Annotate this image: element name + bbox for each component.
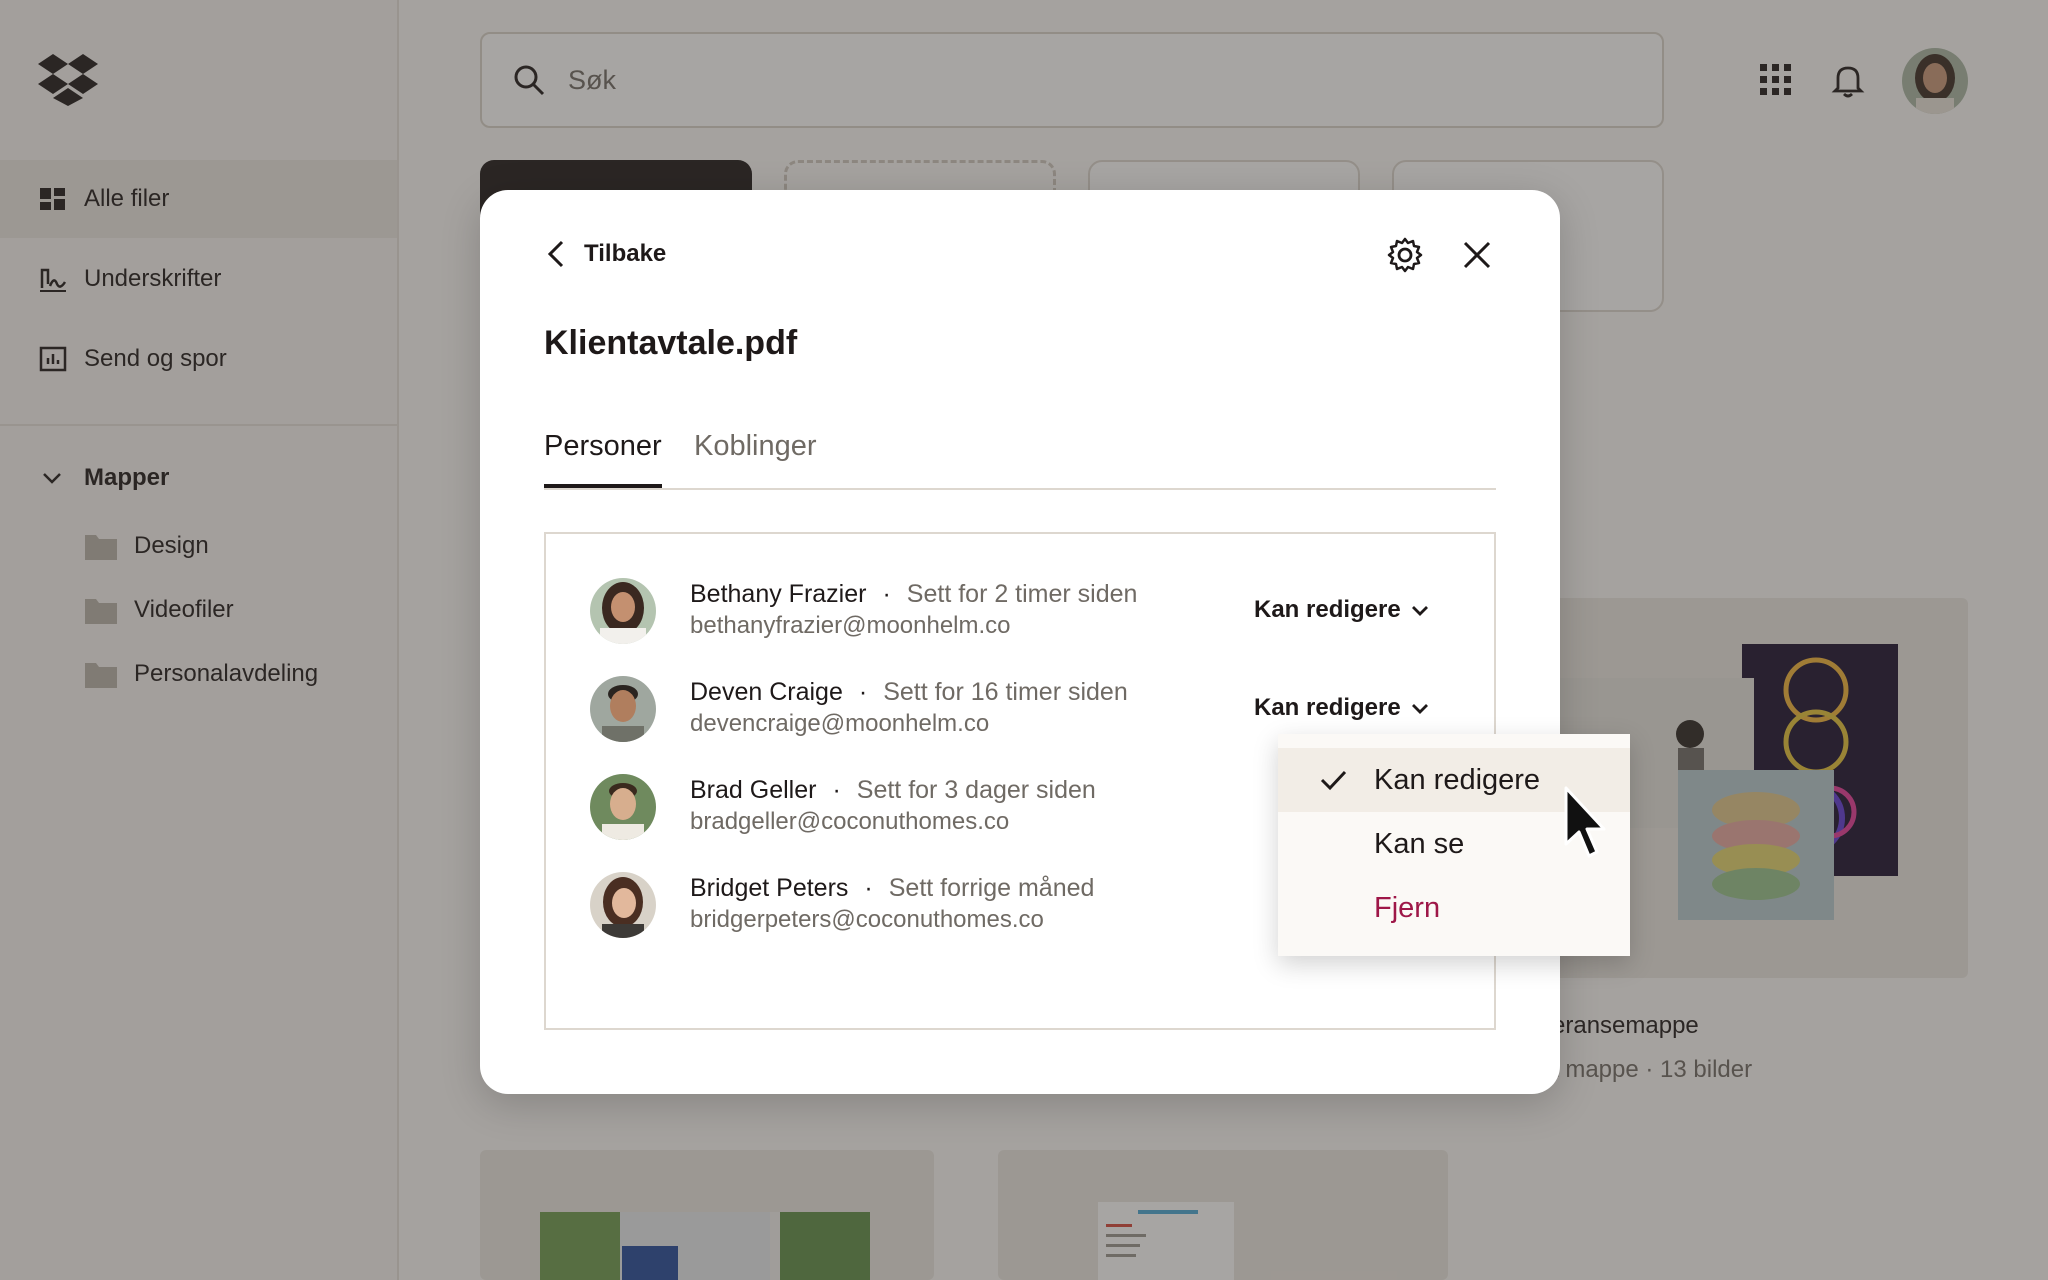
mouse-cursor-icon [1564,786,1606,858]
tab-bar: Personer Koblinger [544,430,1496,490]
share-modal: Tilbake Klientavtale.pdf Personer Koblin… [480,190,1560,1094]
checkmark-icon [1320,770,1347,791]
avatar [590,676,656,742]
chevron-down-icon [1411,606,1428,616]
separator-dot: · [864,874,873,902]
chevron-down-icon [1411,704,1428,714]
chevron-left-icon [547,240,564,268]
permission-label: Kan redigere [1254,694,1401,721]
person-name-line: Bethany Frazier · Sett for 2 timer siden [690,580,1137,609]
person-email: bethanyfrazier@moonhelm.co [690,612,1011,639]
avatar-image [590,578,656,644]
menu-item-label: Fjern [1374,891,1441,924]
modal-title: Klientavtale.pdf [544,324,798,362]
person-name-line: Bridget Peters · Sett forrige måned [690,874,1094,903]
gear-icon[interactable] [1386,236,1424,274]
permission-label: Kan redigere [1254,596,1401,623]
person-email: devencraige@moonhelm.co [690,710,990,737]
avatar-image [590,774,656,840]
separator-dot: · [882,580,891,608]
last-seen: Sett for 3 dager siden [856,776,1096,804]
permission-dropdown[interactable]: Kan redigere [1254,596,1431,624]
separator-dot: · [858,678,868,706]
tab-personer[interactable]: Personer [544,430,662,488]
close-icon[interactable] [1460,238,1494,272]
menu-item-remove[interactable]: Fjern [1278,876,1630,940]
person-name: Deven Craige [690,678,843,706]
tab-koblinger[interactable]: Koblinger [694,430,817,488]
avatar [590,578,656,644]
back-label: Tilbake [584,240,667,267]
avatar-image [590,872,656,938]
permission-dropdown[interactable]: Kan redigere [1254,694,1431,722]
separator-dot: · [832,776,841,804]
avatar [590,872,656,938]
person-name: Bethany Frazier [690,580,867,608]
last-seen: Sett for 2 timer siden [906,580,1138,608]
person-email: bridgerpeters@coconuthomes.co [690,906,1044,933]
last-seen: Sett for 16 timer siden [883,678,1128,706]
person-name-line: Brad Geller · Sett for 3 dager siden [690,776,1096,805]
person-name-line: Deven Craige · Sett for 16 timer siden [690,678,1128,707]
person-name: Brad Geller [690,776,817,804]
list-item: Bethany Frazier · Sett for 2 timer siden b… [590,578,1450,646]
person-email: bradgeller@coconuthomes.co [690,808,1010,835]
back-button[interactable]: Tilbake [542,238,666,270]
avatar [590,774,656,840]
person-name: Bridget Peters [690,874,849,902]
last-seen: Sett forrige måned [888,874,1095,902]
menu-item-label: Kan se [1374,827,1465,860]
avatar-image [590,676,656,742]
menu-item-label: Kan redigere [1374,763,1541,796]
